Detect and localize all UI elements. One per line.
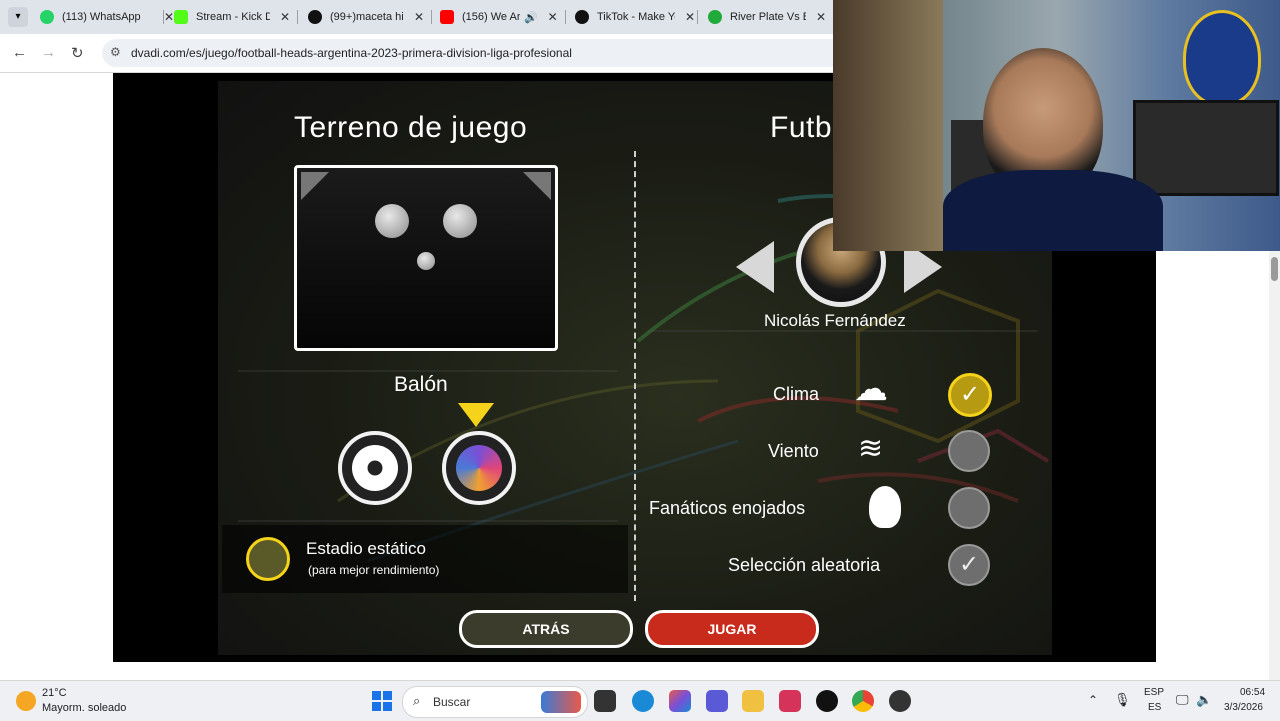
goal-corner [301, 172, 329, 200]
streamer-shirt [943, 170, 1163, 251]
windows-taskbar: 21°C Mayorm. soleado ⌕ Buscar ⌃ 🎙 ESP ES… [0, 680, 1280, 721]
field-ball [417, 252, 435, 270]
edge-icon[interactable] [632, 690, 654, 712]
league-ball-icon [456, 445, 502, 491]
wind-toggle[interactable] [948, 430, 990, 472]
soccer-ball-icon [352, 445, 398, 491]
static-stadium-panel: Estadio estático (para mejor rendimiento… [222, 525, 628, 593]
chrome-icon[interactable] [852, 690, 874, 712]
back-button[interactable]: ATRÁS [459, 610, 633, 648]
ball-title: Balón [394, 373, 448, 396]
task-view-icon[interactable] [594, 690, 616, 712]
static-stadium-sublabel: (para mejor rendimiento) [308, 563, 440, 577]
ball-option-argentina[interactable] [442, 431, 516, 505]
youtube-icon [440, 10, 454, 24]
keyboard-layout[interactable]: ES [1148, 702, 1161, 713]
tiktok-icon [575, 10, 589, 24]
show-hidden-icons-chevron[interactable]: ⌃ [1088, 693, 1098, 707]
tab-river-plate[interactable]: River Plate Vs Ba ✕ [708, 4, 826, 30]
section-divider [634, 151, 636, 601]
scrollbar-thumb[interactable] [1271, 257, 1278, 281]
search-highlight-image [541, 691, 581, 713]
ball-option-classic[interactable] [338, 431, 412, 505]
taskbar-temperature[interactable]: 21°C [42, 687, 67, 699]
static-stadium-toggle[interactable] [246, 537, 290, 581]
close-tab-icon[interactable]: ✕ [548, 10, 558, 24]
address-bar[interactable]: ⚙ dvadi.com/es/juego/football-heads-arge… [102, 39, 862, 67]
whatsapp-icon [40, 10, 54, 24]
tab-kick[interactable]: Stream - Kick Da ✕ [174, 4, 290, 30]
player-name: Nicolás Fernández [764, 311, 906, 330]
kick-icon [174, 10, 188, 24]
tab-title: (113) WhatsApp [62, 11, 141, 23]
selected-ball-indicator [458, 403, 494, 427]
reload-icon[interactable]: ↻ [71, 44, 84, 62]
close-tab-icon[interactable]: ✕ [685, 10, 695, 24]
close-tab-icon[interactable]: ✕ [280, 10, 290, 24]
club-crest [1183, 10, 1261, 106]
field-marker [375, 204, 409, 238]
search-icon: ⌕ [413, 693, 421, 708]
tab-list-dropdown-button[interactable]: ▾ [8, 7, 28, 27]
player-title: Futb [770, 111, 833, 144]
tab-whatsapp[interactable]: (113) WhatsApp ✕ [40, 4, 174, 30]
app-icon[interactable] [779, 690, 801, 712]
angry-fan-icon [869, 486, 901, 528]
goal-corner [523, 172, 551, 200]
tab-title: (156) We Are [462, 11, 520, 23]
taskbar-weather[interactable]: Mayorm. soleado [42, 702, 126, 714]
weather-toggle[interactable]: ✓ [948, 373, 992, 417]
webcam-overlay [833, 0, 1280, 251]
weather-icon: ☁ [854, 370, 888, 408]
network-icon[interactable]: 🖵 [1176, 692, 1189, 708]
back-arrow-icon[interactable]: ← [12, 44, 27, 61]
windows-start-icon[interactable] [372, 691, 392, 711]
tab-title: Stream - Kick Da [196, 11, 270, 23]
field-title: Terreno de juego [294, 111, 528, 144]
curtain [833, 0, 943, 251]
tab-youtube[interactable]: (156) We Are 🔊 ✕ [440, 4, 558, 30]
sports-site-icon [708, 10, 722, 24]
tab-tiktok-1[interactable]: (99+)maceta hin ✕ [308, 4, 424, 30]
page-scrollbar[interactable] [1269, 251, 1280, 680]
field-marker [443, 204, 477, 238]
angry-fans-toggle[interactable] [948, 487, 990, 529]
option-label-weather: Clima [773, 384, 820, 404]
taskbar-search[interactable]: ⌕ Buscar [402, 686, 588, 718]
forward-arrow-icon[interactable]: → [41, 44, 56, 61]
app-icon-u[interactable] [816, 690, 838, 712]
search-placeholder: Buscar [433, 695, 471, 709]
obs-icon[interactable] [889, 690, 911, 712]
microphone-icon[interactable]: 🎙 [1114, 692, 1131, 708]
volume-icon[interactable]: 🔈 [1196, 692, 1212, 708]
teams-icon[interactable] [706, 690, 728, 712]
field-preview[interactable] [294, 165, 558, 351]
clock-date[interactable]: 3/3/2026 [1224, 702, 1263, 713]
picture-frame [1133, 100, 1279, 196]
close-tab-icon[interactable]: ✕ [414, 10, 424, 24]
previous-player-arrow[interactable] [736, 241, 774, 293]
static-stadium-label: Estadio estático [306, 539, 427, 558]
audio-playing-icon[interactable]: 🔊 [524, 11, 538, 24]
random-selection-toggle[interactable]: ✓ [948, 544, 990, 586]
option-label-angry-fans: Fanáticos enojados [649, 498, 806, 518]
close-tab-icon[interactable]: ✕ [164, 10, 174, 24]
file-explorer-icon[interactable] [742, 690, 764, 712]
tab-title: (99+)maceta hin [330, 11, 404, 23]
url-text[interactable]: dvadi.com/es/juego/football-heads-argent… [131, 46, 572, 60]
site-settings-icon[interactable]: ⚙ [110, 45, 121, 59]
keyboard-language[interactable]: ESP [1144, 687, 1164, 698]
copilot-icon[interactable] [669, 690, 691, 712]
tab-title: TikTok - Make Yo [597, 11, 675, 23]
tab-title: River Plate Vs Ba [730, 11, 806, 23]
play-button[interactable]: JUGAR [645, 610, 819, 648]
weather-sun-icon[interactable] [16, 691, 36, 711]
close-tab-icon[interactable]: ✕ [816, 10, 826, 24]
tab-tiktok-2[interactable]: TikTok - Make Yo ✕ [575, 4, 695, 30]
tiktok-icon [308, 10, 322, 24]
wind-icon: ≋ [858, 432, 884, 465]
option-label-wind: Viento [768, 441, 819, 461]
clock-time[interactable]: 06:54 [1240, 687, 1265, 698]
option-label-random-selection: Selección aleatoria [728, 555, 881, 575]
